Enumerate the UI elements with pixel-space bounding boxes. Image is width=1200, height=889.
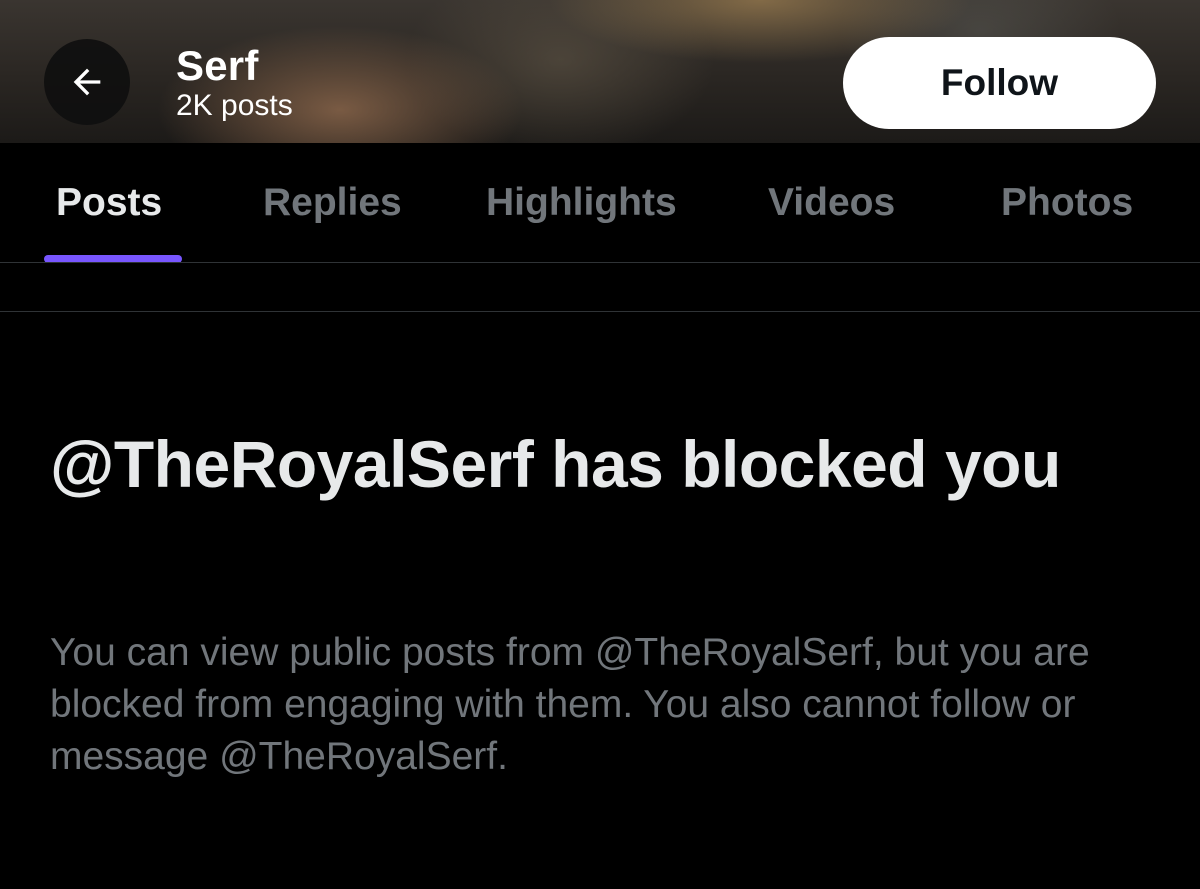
follow-button[interactable]: Follow [843,37,1156,129]
tab-posts[interactable]: Posts [56,179,162,227]
profile-header-banner: Serf 2K posts Follow [0,0,1200,143]
profile-page: Serf 2K posts Follow Posts Replies Highl… [0,0,1200,889]
back-button[interactable] [44,39,130,125]
arrow-left-icon [67,62,107,102]
blocked-title: @TheRoyalSerf has blocked you [50,427,1061,501]
post-count: 2K posts [176,89,293,122]
profile-tabs: Posts Replies Highlights Videos Photos [0,143,1200,263]
tab-replies[interactable]: Replies [263,179,402,227]
tab-photos[interactable]: Photos [1001,179,1133,227]
tab-highlights[interactable]: Highlights [486,179,677,227]
tabs-divider [0,262,1200,263]
tab-videos[interactable]: Videos [768,179,895,227]
profile-name: Serf [176,42,259,89]
content-divider [0,311,1200,312]
blocked-description: You can view public posts from @TheRoyal… [50,631,1090,778]
